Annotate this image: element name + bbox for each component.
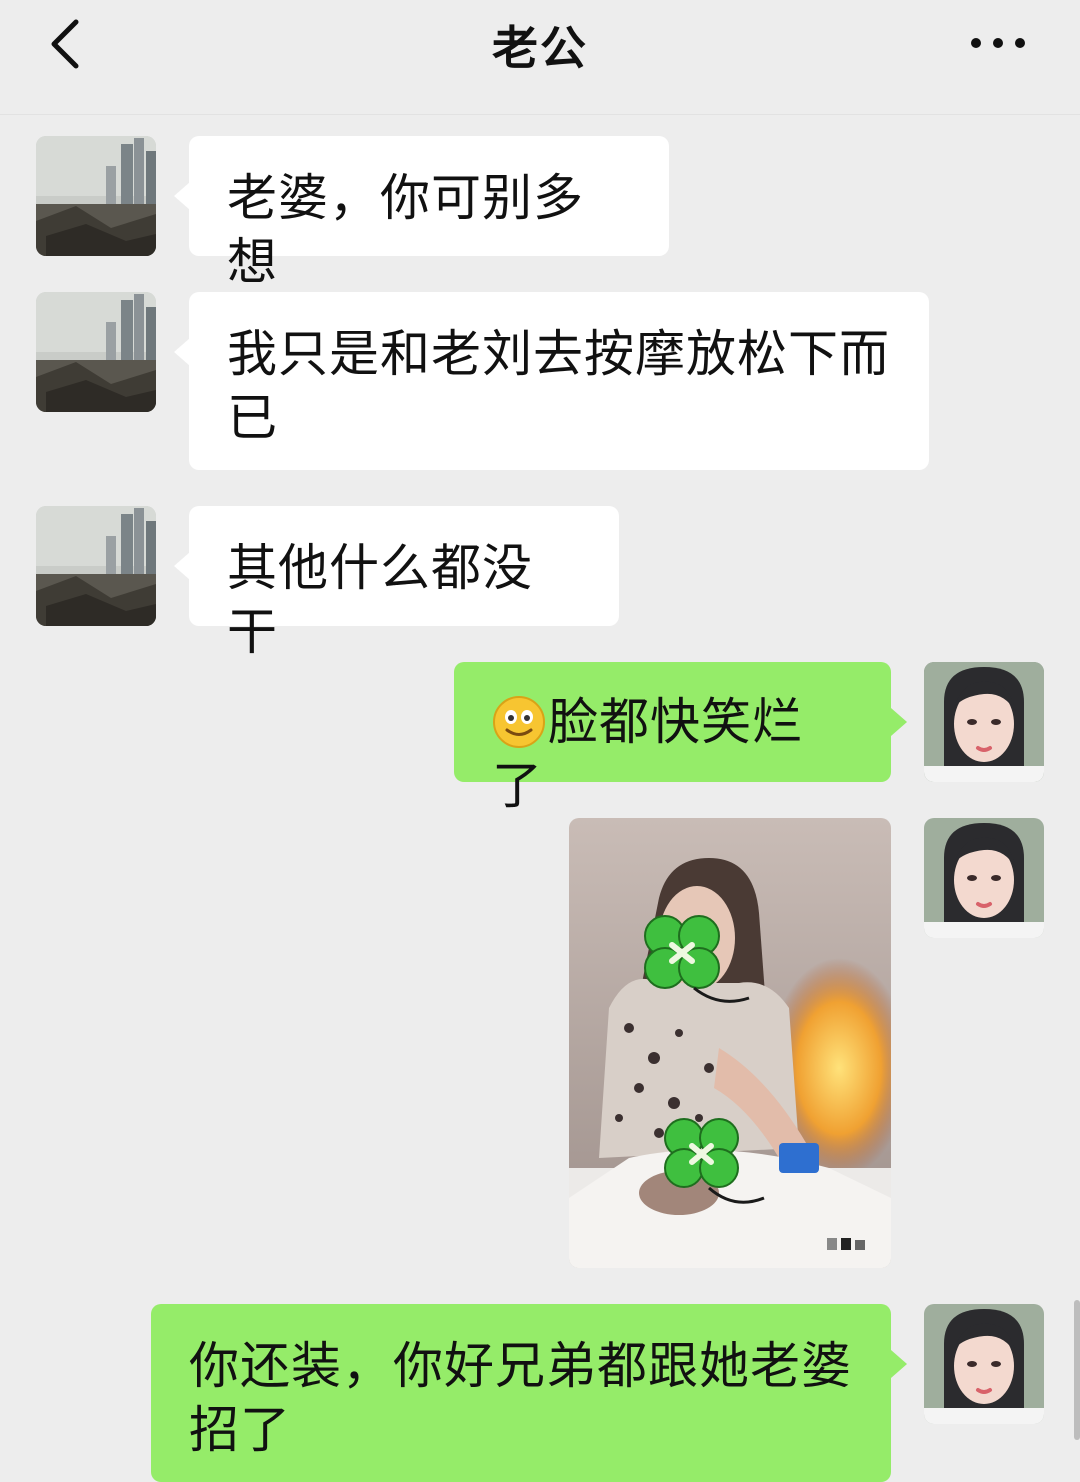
message-text: 你还装，你好兄弟都跟她老婆招了 [189, 1337, 852, 1459]
my-avatar[interactable] [924, 662, 1044, 782]
message-text: 其他什么都没干 [227, 539, 533, 661]
contact-avatar[interactable] [36, 136, 156, 256]
my-avatar[interactable] [924, 1304, 1044, 1424]
scrollbar[interactable] [1074, 1300, 1080, 1440]
smile-emoji-icon [493, 696, 545, 748]
chat-title: 老公 [492, 21, 588, 75]
message-text: 老婆，你可别多想 [227, 169, 584, 291]
message-text: 我只是和老刘去按摩放松下而已 [227, 325, 890, 447]
more-dots-icon [971, 38, 1025, 48]
message-bubble-incoming[interactable]: 老婆，你可别多想 [189, 136, 669, 291]
chat-header: 老公 [0, 0, 1080, 115]
photo-message[interactable] [569, 818, 891, 1268]
message-bubble-outgoing[interactable]: 脸都快笑烂了 [454, 662, 891, 815]
message-bubble-incoming[interactable]: 其他什么都没干 [189, 506, 619, 661]
message-bubble-incoming[interactable]: 我只是和老刘去按摩放松下而已 [189, 292, 929, 470]
more-button[interactable] [968, 28, 1028, 58]
my-avatar[interactable] [924, 818, 1044, 938]
contact-avatar[interactable] [36, 292, 156, 412]
message-bubble-outgoing[interactable]: 你还装，你好兄弟都跟她老婆招了 [151, 1304, 891, 1482]
massage-photo [569, 818, 891, 1268]
contact-avatar[interactable] [36, 506, 156, 626]
